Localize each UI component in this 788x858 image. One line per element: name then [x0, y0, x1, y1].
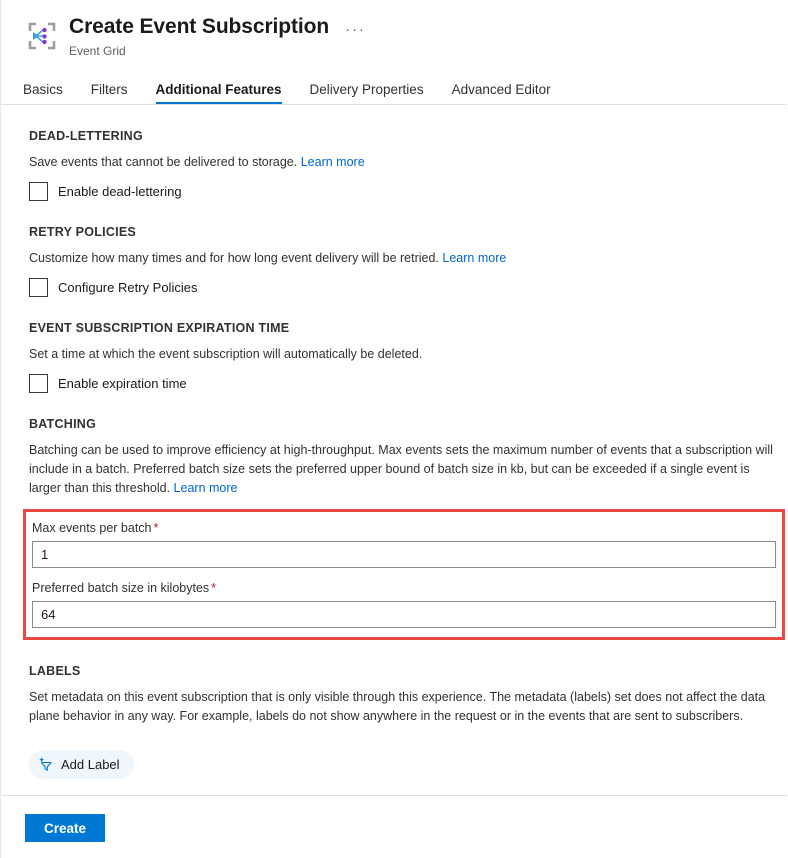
tab-bar: Basics Filters Additional Features Deliv…	[1, 73, 787, 105]
max-events-label: Max events per batch*	[32, 519, 776, 537]
tab-additional-features[interactable]: Additional Features	[156, 82, 282, 104]
add-filter-icon	[39, 757, 54, 772]
header-text-block: Create Event Subscription ··· Event Grid	[69, 14, 366, 59]
labels-description: Set metadata on this event subscription …	[29, 688, 781, 726]
preferred-batch-size-field-group: Preferred batch size in kilobytes*	[32, 579, 776, 628]
labels-heading: LABELS	[29, 664, 787, 678]
enable-dead-lettering-row[interactable]: Enable dead-lettering	[29, 182, 182, 201]
add-label-button[interactable]: Add Label	[29, 750, 134, 779]
page-header: Create Event Subscription ··· Event Grid	[1, 0, 787, 59]
page-footer: Create	[25, 814, 105, 842]
section-retry-policies: RETRY POLICIES Customize how many times …	[29, 201, 787, 297]
enable-expiration-time-row[interactable]: Enable expiration time	[29, 374, 187, 393]
batching-highlight-box: Max events per batch* Preferred batch si…	[23, 509, 785, 640]
create-button[interactable]: Create	[25, 814, 105, 842]
max-events-required-indicator: *	[154, 521, 159, 535]
preferred-batch-size-required-indicator: *	[211, 581, 216, 595]
preferred-batch-size-label: Preferred batch size in kilobytes*	[32, 579, 776, 597]
batching-description: Batching can be used to improve efficien…	[29, 441, 781, 498]
configure-retry-policies-label: Configure Retry Policies	[58, 278, 197, 297]
section-batching: BATCHING Batching can be used to improve…	[29, 393, 787, 640]
enable-dead-lettering-label: Enable dead-lettering	[58, 182, 182, 201]
preferred-batch-size-input[interactable]	[32, 601, 776, 628]
batching-heading: BATCHING	[29, 417, 787, 431]
dead-lettering-heading: DEAD-LETTERING	[29, 129, 787, 143]
enable-dead-lettering-checkbox[interactable]	[29, 182, 48, 201]
dead-lettering-learn-more-link[interactable]: Learn more	[301, 155, 365, 169]
retry-policies-heading: RETRY POLICIES	[29, 225, 787, 239]
dead-lettering-description: Save events that cannot be delivered to …	[29, 153, 781, 172]
configure-retry-policies-row[interactable]: Configure Retry Policies	[29, 278, 197, 297]
title-row: Create Event Subscription ···	[69, 14, 366, 40]
max-events-label-text: Max events per batch	[32, 521, 152, 535]
configure-retry-policies-checkbox[interactable]	[29, 278, 48, 297]
section-labels: LABELS Set metadata on this event subscr…	[29, 640, 787, 779]
section-dead-lettering: DEAD-LETTERING Save events that cannot b…	[29, 105, 787, 201]
create-event-subscription-page: Create Event Subscription ··· Event Grid…	[0, 0, 788, 858]
page-title: Create Event Subscription	[69, 14, 329, 40]
preferred-batch-size-label-text: Preferred batch size in kilobytes	[32, 581, 209, 595]
max-events-per-batch-input[interactable]	[32, 541, 776, 568]
dead-lettering-description-text: Save events that cannot be delivered to …	[29, 155, 297, 169]
tab-advanced-editor[interactable]: Advanced Editor	[452, 82, 551, 104]
tab-filters[interactable]: Filters	[91, 82, 128, 104]
event-grid-icon	[23, 17, 61, 55]
page-subtitle: Event Grid	[69, 43, 366, 59]
max-events-field-group: Max events per batch*	[32, 519, 776, 568]
tab-basics[interactable]: Basics	[23, 82, 63, 104]
batching-description-text: Batching can be used to improve efficien…	[29, 443, 773, 495]
tab-delivery-properties[interactable]: Delivery Properties	[310, 82, 424, 104]
retry-policies-description-text: Customize how many times and for how lon…	[29, 251, 439, 265]
expiration-time-heading: EVENT SUBSCRIPTION EXPIRATION TIME	[29, 321, 787, 335]
footer-separator	[2, 795, 787, 796]
batching-learn-more-link[interactable]: Learn more	[174, 481, 238, 495]
enable-expiration-time-label: Enable expiration time	[58, 374, 187, 393]
retry-policies-description: Customize how many times and for how lon…	[29, 249, 781, 268]
form-content: DEAD-LETTERING Save events that cannot b…	[1, 105, 787, 779]
retry-policies-learn-more-link[interactable]: Learn more	[442, 251, 506, 265]
section-expiration-time: EVENT SUBSCRIPTION EXPIRATION TIME Set a…	[29, 297, 787, 393]
overflow-menu-icon[interactable]: ···	[345, 25, 366, 35]
add-label-button-text: Add Label	[61, 757, 120, 772]
expiration-time-description: Set a time at which the event subscripti…	[29, 345, 781, 364]
enable-expiration-time-checkbox[interactable]	[29, 374, 48, 393]
